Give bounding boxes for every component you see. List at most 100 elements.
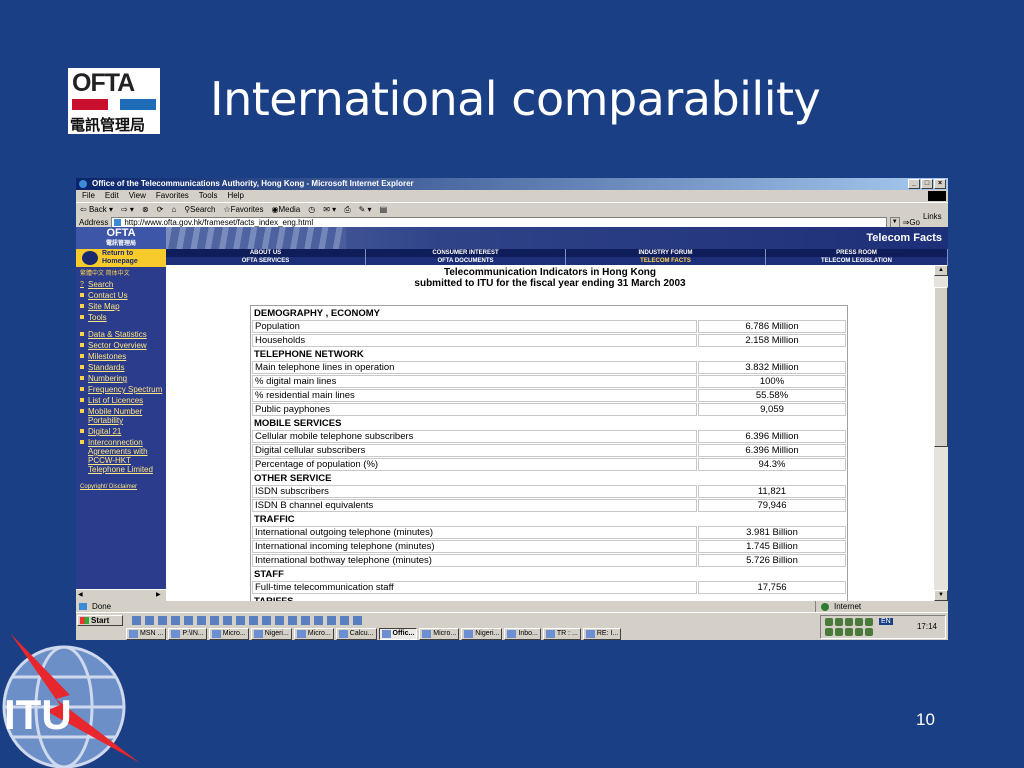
mail-icon[interactable]: ✉ ▾ (323, 203, 336, 216)
media-button[interactable]: ◉Media (271, 203, 300, 216)
language-indicator[interactable]: EN (879, 618, 893, 625)
menu-view[interactable]: View (129, 190, 146, 202)
print-icon[interactable]: ⎙ (344, 203, 350, 216)
tray-icon[interactable] (855, 628, 863, 636)
nav-about-us[interactable]: ABOUT US (166, 249, 366, 257)
nav-press-room[interactable]: PRESS ROOM (766, 249, 948, 257)
nav-numbering[interactable]: Numbering (76, 374, 166, 383)
quick-launch-icon[interactable] (158, 616, 167, 625)
tray-icon[interactable] (835, 618, 843, 626)
stop-icon[interactable]: ⊗ (142, 203, 149, 216)
indicator-label: International incoming telephone (minute… (252, 540, 697, 553)
tray-icon[interactable] (845, 628, 853, 636)
menu-file[interactable]: File (82, 190, 95, 202)
language-links[interactable]: 繁體中文 简体中文 (76, 269, 166, 280)
taskbar-button[interactable]: RE: I... (582, 628, 622, 640)
taskbar-button[interactable]: Micro... (208, 628, 249, 640)
edit-icon[interactable]: ✎ ▾ (359, 203, 372, 216)
tray-icon[interactable] (835, 628, 843, 636)
nav-frequency-spectrum[interactable]: Frequency Spectrum (76, 385, 166, 394)
nav-tools[interactable]: Tools (76, 313, 166, 322)
minimize-button[interactable]: _ (908, 179, 920, 189)
home-icon[interactable]: ⌂ (171, 203, 176, 216)
quick-launch-icon[interactable] (132, 616, 141, 625)
nav-sector-overview[interactable]: Sector Overview (76, 341, 166, 350)
nav-search[interactable]: ? Search (76, 280, 166, 289)
menu-tools[interactable]: Tools (199, 190, 218, 202)
quick-launch-icon[interactable] (314, 616, 323, 625)
tray-icon[interactable] (845, 618, 853, 626)
quick-launch-icon[interactable] (236, 616, 245, 625)
nav-consumer-interest[interactable]: CONSUMER INTEREST (366, 249, 566, 257)
nav-ofta-documents[interactable]: OFTA DOCUMENTS (366, 257, 566, 265)
nav-site-map[interactable]: Site Map (76, 302, 166, 311)
back-button[interactable]: ⇦ Back ▾ (80, 203, 113, 216)
scroll-right-icon[interactable]: ▶ (156, 590, 161, 600)
quick-launch-icon[interactable] (145, 616, 154, 625)
maximize-button[interactable]: □ (921, 179, 933, 189)
return-home-button[interactable]: Return to Homepage (76, 249, 166, 267)
nav-telecom-legislation[interactable]: TELECOM LEGISLATION (766, 257, 948, 265)
quick-launch-icon[interactable] (223, 616, 232, 625)
tray-icon[interactable] (825, 628, 833, 636)
nav-telecom-facts[interactable]: TELECOM FACTS (566, 257, 766, 265)
copyright-link[interactable]: Copyright (80, 484, 106, 490)
quick-launch-icon[interactable] (340, 616, 349, 625)
nav-list-of-licences[interactable]: List of Licences (76, 396, 166, 405)
taskbar-button[interactable]: Micro... (419, 628, 460, 640)
taskbar-button[interactable]: P:\IN... (168, 628, 207, 640)
favorites-button[interactable]: ☆Favorites (223, 203, 263, 216)
taskbar-button[interactable]: Nigeri... (461, 628, 503, 640)
nav-industry-forum[interactable]: INDUSTRY FORUM (566, 249, 766, 257)
nav-milestones[interactable]: Milestones (76, 352, 166, 361)
nav-data-statistics[interactable]: Data & Statistics (76, 330, 166, 339)
quick-launch-icon[interactable] (249, 616, 258, 625)
left-frame-hscrollbar[interactable]: ◀ ▶ (76, 589, 166, 601)
scroll-down-icon[interactable]: ▼ (934, 590, 948, 601)
disclaimer-link[interactable]: Disclaimer (109, 484, 137, 490)
nav-interconnection-agreements[interactable]: Interconnection Agreements with PCCW-HKT… (76, 438, 166, 474)
taskbar-button[interactable]: Micro... (293, 628, 334, 640)
nav-digital-21[interactable]: Digital 21 (76, 427, 166, 436)
quick-launch-icon[interactable] (327, 616, 336, 625)
quick-launch-icon[interactable] (210, 616, 219, 625)
site-logo[interactable]: OFTA 電訊管理局 (76, 227, 166, 249)
scroll-left-icon[interactable]: ◀ (78, 590, 83, 600)
discuss-icon[interactable]: ▤ (380, 203, 388, 216)
nav-standards[interactable]: Standards (76, 363, 166, 372)
menu-favorites[interactable]: Favorites (156, 190, 189, 202)
quick-launch-icon[interactable] (288, 616, 297, 625)
tray-icon[interactable] (855, 618, 863, 626)
taskbar-button[interactable]: Nigeri... (250, 628, 292, 640)
search-button[interactable]: ⚲Search (184, 203, 215, 216)
taskbar-button[interactable]: Calcu... (335, 628, 377, 640)
nav-mobile-number-portability[interactable]: Mobile Number Portability (76, 407, 166, 425)
tray-icon[interactable] (865, 618, 873, 626)
section-header-row: DEMOGRAPHY , ECONOMY (252, 307, 846, 319)
quick-launch-icon[interactable] (353, 616, 362, 625)
forward-button[interactable]: ⇨ ▾ (121, 203, 134, 216)
taskbar-button[interactable]: TR : ... (542, 628, 581, 640)
quick-launch-icon[interactable] (275, 616, 284, 625)
nav-ofta-services[interactable]: OFTA SERVICES (166, 257, 366, 265)
quick-launch-icon[interactable] (171, 616, 180, 625)
refresh-icon[interactable]: ⟳ (157, 203, 164, 216)
quick-launch-icon[interactable] (262, 616, 271, 625)
quick-launch-icon[interactable] (184, 616, 193, 625)
menu-help[interactable]: Help (227, 190, 243, 202)
main-vscrollbar[interactable]: ▲ ▼ (934, 265, 948, 601)
menu-edit[interactable]: Edit (105, 190, 119, 202)
home-icon (82, 251, 98, 265)
taskbar-button[interactable]: Offic... (378, 628, 418, 640)
scroll-up-icon[interactable]: ▲ (934, 265, 948, 276)
quick-launch-icon[interactable] (301, 616, 310, 625)
tray-icon[interactable] (825, 618, 833, 626)
nav-contact-us[interactable]: Contact Us (76, 291, 166, 300)
quick-launch-icon[interactable] (197, 616, 206, 625)
taskbar-button[interactable]: Inbo... (504, 628, 541, 640)
close-button[interactable]: × (934, 179, 946, 189)
scroll-thumb[interactable] (934, 287, 948, 447)
tray-icon[interactable] (865, 628, 873, 636)
indicator-label: Percentage of population (%) (252, 458, 697, 471)
history-icon[interactable]: ◷ (308, 203, 315, 216)
